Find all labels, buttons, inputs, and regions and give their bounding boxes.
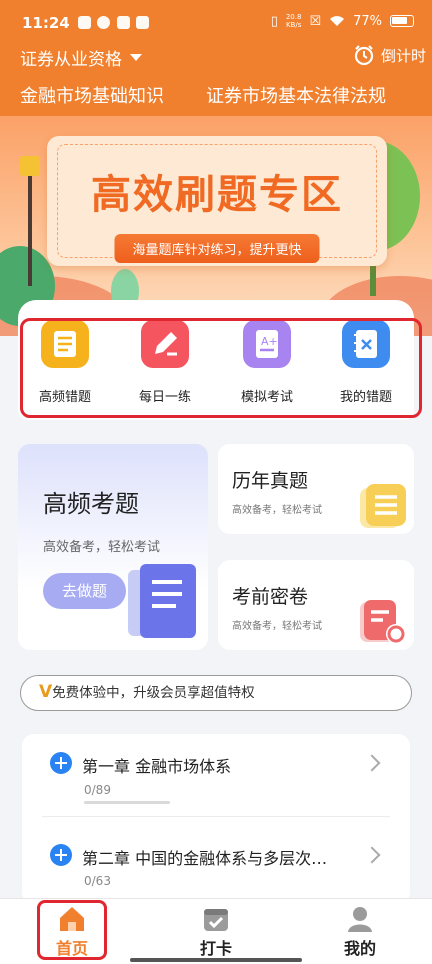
nav-label: 打卡: [199, 939, 232, 958]
promo-text: 免费体验中，升级会员享超值特权: [52, 685, 255, 701]
tab-financial-market-basics[interactable]: 金融市场基础知识: [20, 82, 164, 119]
card-subtitle: 高效备考，轻松考试: [43, 540, 161, 555]
subject-selector[interactable]: 证券从业资格: [20, 45, 142, 70]
gesture-bar[interactable]: [130, 958, 302, 962]
chevron-right-icon: [363, 846, 381, 864]
card-title: 历年真题: [232, 470, 309, 492]
status-time: 11:24: [22, 14, 70, 32]
expand-plus-icon[interactable]: [50, 844, 72, 866]
wifi-icon: [330, 16, 345, 26]
vip-badge-icon: V: [39, 682, 53, 702]
network-speed: 20.8 KB/s: [286, 13, 302, 29]
scroll-document-icon: [128, 564, 196, 638]
chapter-item[interactable]: 第一章 金融市场体系 0/89: [22, 734, 410, 824]
card-title: 考前密卷: [232, 586, 309, 608]
status-bar: 11:24 ▯ 20.8 KB/s ☒ 77%: [0, 0, 432, 40]
membership-promo-bar[interactable]: V免费体验中，升级会员享超值特权: [20, 675, 412, 711]
shield-notification-icon: [78, 16, 91, 29]
chapter-progress: 0/63: [84, 874, 111, 888]
nav-profile[interactable]: 我的: [300, 899, 420, 964]
start-practice-button[interactable]: 去做题: [43, 573, 126, 609]
chapter-progress-bar: [84, 801, 170, 804]
banner-card: 高效刷题专区 海量题库针对练习，提升更快: [47, 136, 387, 266]
caret-down-icon: [130, 54, 142, 61]
highlight-frame: [20, 318, 422, 418]
subject-label: 证券从业资格: [20, 50, 122, 70]
user-icon: [348, 907, 372, 932]
status-right: ▯ 20.8 KB/s ☒ 77%: [271, 13, 414, 29]
vibrate-icon: ▯: [270, 13, 278, 29]
mail-notification-icon: [117, 16, 130, 29]
chapter-list: 第一章 金融市场体系 0/89 第二章 中国的金融体系与多层次… 0/63: [22, 734, 410, 904]
tab-securities-law[interactable]: 证券市场基本法律法规: [206, 82, 386, 108]
divider: [42, 816, 390, 817]
sim-icon: ☒: [309, 13, 322, 29]
countdown-button[interactable]: 倒计时: [353, 44, 426, 66]
nav-label: 我的: [343, 939, 376, 958]
chevron-right-icon: [363, 754, 381, 772]
high-frequency-questions-card[interactable]: 高频考题 高效备考，轻松考试 去做题: [18, 444, 208, 650]
card-title: 高频考题: [43, 490, 139, 518]
banner-title: 高效刷题专区: [91, 172, 343, 218]
chapter-title: 第二章 中国的金融体系与多层次…: [82, 849, 328, 868]
net-speed-value: 20.8: [285, 13, 302, 21]
pre-exam-papers-card[interactable]: 考前密卷 高效备考，轻松考试: [218, 560, 414, 650]
past-exams-card[interactable]: 历年真题 高效备考，轻松考试: [218, 444, 414, 534]
app-notification-icon: [97, 16, 110, 29]
battery-icon: [390, 15, 414, 27]
calendar-check-icon: [204, 909, 228, 931]
app-badge-icon: [136, 16, 149, 29]
battery-percent: 77%: [353, 13, 382, 29]
countdown-label: 倒计时: [380, 46, 426, 65]
card-subtitle: 高效备考，轻松考试: [232, 505, 322, 516]
document-list-icon: [360, 484, 406, 528]
alarm-clock-icon: [354, 45, 374, 66]
highlight-frame: [37, 900, 107, 960]
chapter-title: 第一章 金融市场体系: [82, 757, 232, 776]
secret-paper-icon: [360, 600, 406, 644]
subject-tabs: 金融市场基础知识 证券市场基本法律法规: [0, 80, 432, 119]
expand-plus-icon[interactable]: [50, 752, 72, 774]
card-subtitle: 高效备考，轻松考试: [232, 621, 322, 632]
nav-check-in[interactable]: 打卡: [156, 899, 276, 964]
net-speed-unit: KB/s: [285, 21, 302, 29]
banner-subtitle: 海量题库针对练习，提升更快: [114, 234, 320, 263]
chapter-progress: 0/89: [84, 783, 111, 797]
